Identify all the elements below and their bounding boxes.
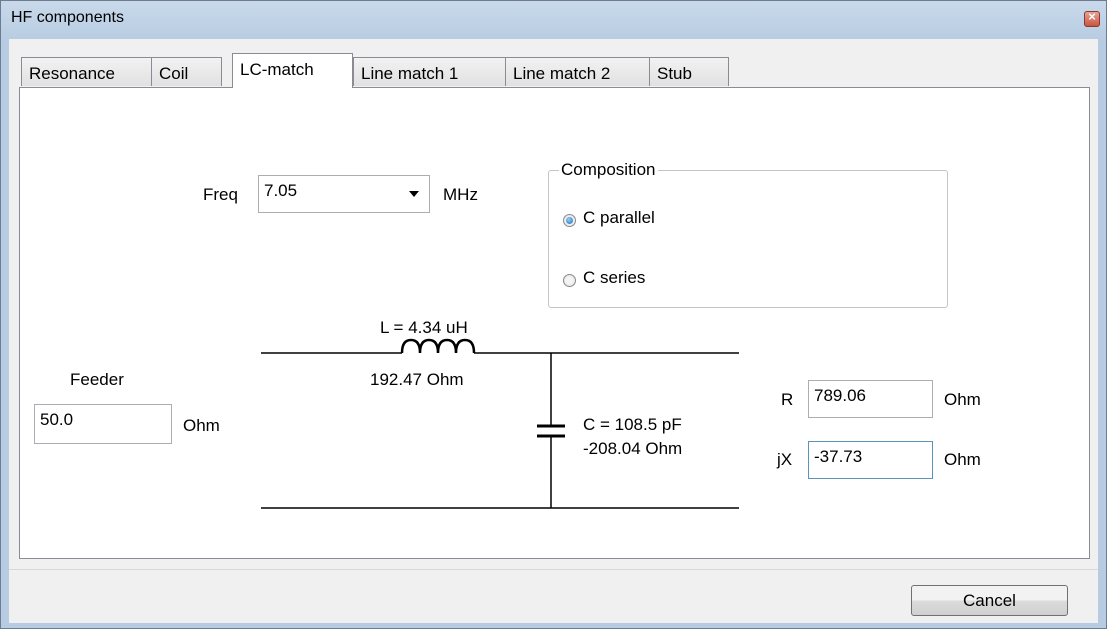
close-icon: × bbox=[1088, 9, 1096, 24]
separator bbox=[9, 569, 1098, 570]
r-input[interactable]: 789.06 bbox=[808, 380, 933, 418]
r-value: 789.06 bbox=[814, 386, 866, 405]
r-unit: Ohm bbox=[944, 390, 981, 409]
jx-value: -37.73 bbox=[814, 447, 863, 466]
dialog-client-area: Resonance Coil LC-match Line match 1 Lin… bbox=[9, 39, 1098, 623]
tab-line-match-1[interactable]: Line match 1 bbox=[353, 57, 506, 86]
tab-line-match-2[interactable]: Line match 2 bbox=[505, 57, 650, 86]
jx-input[interactable]: -37.73 bbox=[808, 441, 933, 479]
capacitor-reactance: -208.04 Ohm bbox=[583, 439, 683, 458]
close-button[interactable]: × bbox=[1084, 9, 1100, 27]
inductor-symbol bbox=[400, 338, 476, 354]
inductor-reactance: 192.47 Ohm bbox=[370, 370, 464, 389]
title-bar[interactable]: HF components × bbox=[1, 1, 1106, 39]
window-title: HF components bbox=[11, 9, 124, 26]
dialog-window: HF components × Resonance Coil LC-match … bbox=[0, 0, 1107, 629]
tab-lc-match[interactable]: LC-match bbox=[232, 53, 353, 88]
r-label: R bbox=[781, 390, 794, 409]
tab-coil[interactable]: Coil bbox=[151, 57, 222, 86]
inductor-label: L = 4.34 uH bbox=[380, 318, 468, 337]
capacitor-label: C = 108.5 pF bbox=[583, 415, 682, 434]
jx-unit: Ohm bbox=[944, 450, 981, 469]
lc-circuit-diagram bbox=[261, 338, 739, 509]
tab-resonance[interactable]: Resonance bbox=[21, 57, 152, 86]
lc-match-panel: Freq 7.05 MHz Composition C parallel C s… bbox=[19, 87, 1090, 559]
tab-stub[interactable]: Stub bbox=[649, 57, 729, 86]
jx-label: jX bbox=[777, 450, 793, 469]
cancel-button[interactable]: Cancel bbox=[911, 585, 1068, 616]
